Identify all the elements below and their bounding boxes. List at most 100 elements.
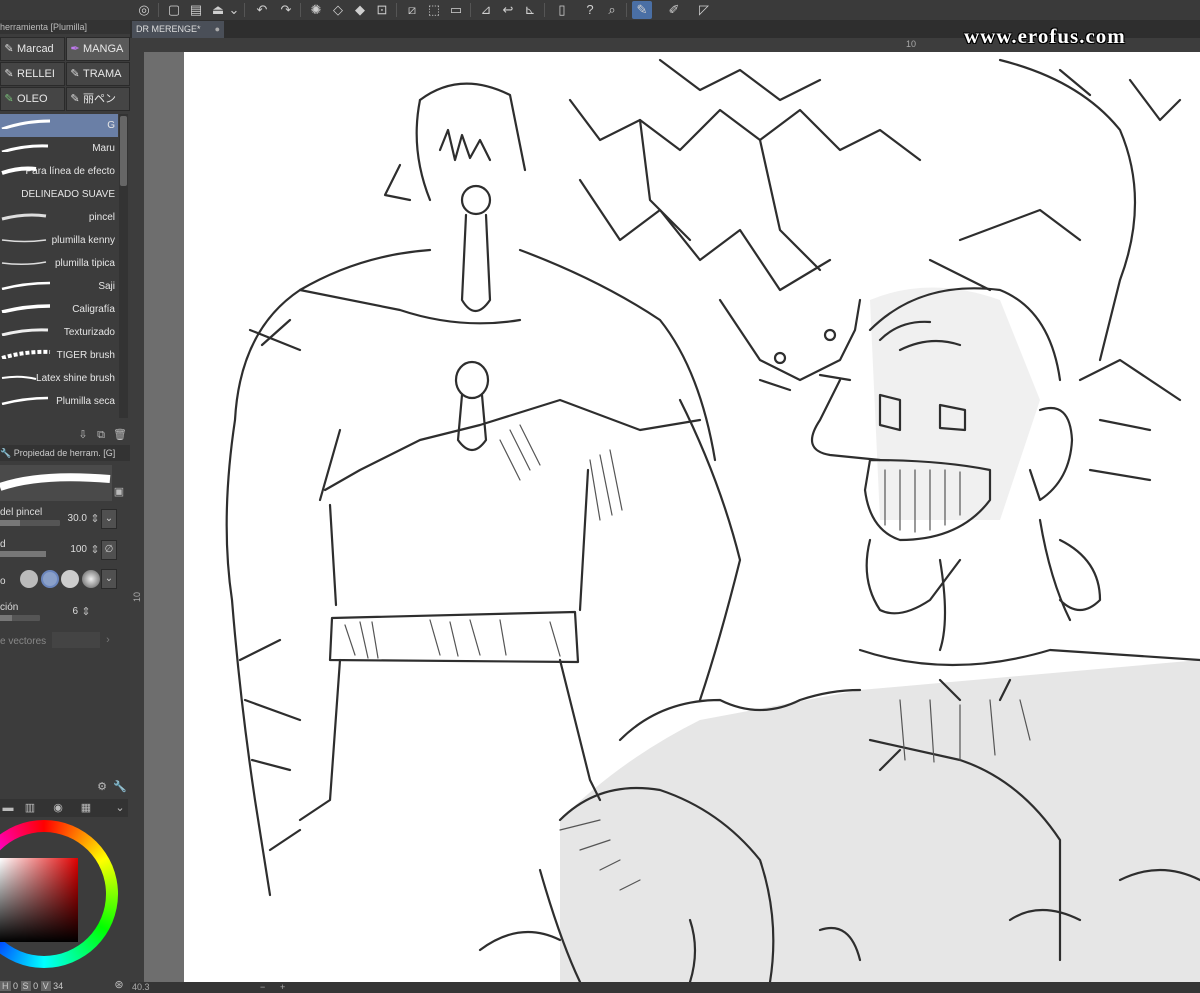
new-file-icon[interactable]: ▢ bbox=[164, 1, 184, 19]
brush-stroke-preview bbox=[1, 304, 51, 313]
transform-icon[interactable]: ⊡ bbox=[372, 1, 392, 19]
main-toolbar: ◎ ▢ ▤ ⏏ ⌄ ↶ ↷ ✺ ◇ ◆ ⊡ ⧄ ⬚ ▭ ⊿ ↩ ⊾ ▯ ? ⌕ … bbox=[0, 0, 1200, 21]
tab-oleo[interactable]: ✎ OLEO bbox=[0, 87, 65, 111]
app-logo-icon[interactable]: ◎ bbox=[134, 1, 154, 19]
brush-item-tiger[interactable]: TIGER brush bbox=[0, 344, 118, 367]
export-icon[interactable]: ⏏ bbox=[208, 1, 228, 19]
tip-shape-scatter[interactable] bbox=[20, 570, 38, 588]
brush-size-label: del pincel bbox=[0, 507, 43, 518]
brush-item-g[interactable]: G bbox=[0, 114, 118, 137]
canvas-gutter bbox=[144, 52, 184, 982]
tool-property-header: 🔧 Propiedad de herram. [G] bbox=[0, 445, 130, 461]
duplicate-icon[interactable]: ⧉ bbox=[95, 429, 107, 441]
stabilization-slider[interactable] bbox=[0, 615, 40, 621]
ruler-vertical: 10 bbox=[130, 52, 145, 982]
crop-icon[interactable]: ⬚ bbox=[424, 1, 444, 19]
brush-size-value[interactable]: 30.0 bbox=[47, 513, 87, 524]
brush-list-scrollbar[interactable] bbox=[119, 114, 128, 418]
brush-item-seca[interactable]: Plumilla seca bbox=[0, 390, 118, 413]
brush-preview bbox=[0, 465, 112, 501]
tip-shape-soft[interactable] bbox=[82, 570, 100, 588]
ruler-mark: 10 bbox=[132, 591, 143, 603]
curve-ruler-icon[interactable]: ↩ bbox=[498, 1, 518, 19]
brush-tip-label: o bbox=[0, 576, 6, 587]
opacity-toggle[interactable]: ∅ bbox=[101, 540, 117, 560]
stabilization-value[interactable]: 6 bbox=[38, 606, 78, 617]
help-icon[interactable]: ? bbox=[580, 1, 600, 19]
layer-icon[interactable]: ▭ bbox=[446, 1, 466, 19]
brush-item-texturizado[interactable]: Texturizado bbox=[0, 321, 118, 344]
zoom-in-icon[interactable]: + bbox=[280, 982, 285, 992]
brush-item-delineado[interactable]: DELINEADO SUAVE bbox=[0, 183, 118, 206]
tool-panel-title: herramienta [Plumilla] bbox=[0, 20, 130, 34]
oil-pen-icon: ✎ bbox=[4, 93, 14, 105]
import-icon[interactable]: ⇩ bbox=[77, 429, 89, 441]
scrollbar-thumb[interactable] bbox=[120, 116, 127, 186]
fill-pen-icon: ✎ bbox=[4, 68, 14, 80]
opacity-value[interactable]: 100 bbox=[47, 544, 87, 555]
color-circle-tab-icon[interactable]: ◉ bbox=[52, 802, 64, 814]
redo-icon[interactable]: ↷ bbox=[276, 1, 296, 19]
ruler-tool-icon[interactable]: ⊿ bbox=[476, 1, 496, 19]
pencil-tool-icon[interactable]: ✐ bbox=[664, 1, 684, 19]
color-settings-icon[interactable]: ⊛ bbox=[113, 979, 125, 991]
search-icon[interactable]: ⌕ bbox=[602, 1, 622, 19]
vector-snap-options[interactable] bbox=[52, 632, 100, 648]
brush-item-efecto[interactable]: Para línea de efecto bbox=[0, 160, 118, 183]
brush-item-saji[interactable]: Saji bbox=[0, 275, 118, 298]
pressure-toggle[interactable]: ⌄ bbox=[101, 509, 117, 529]
brush-item-tipica[interactable]: plumilla tipica bbox=[0, 252, 118, 275]
color-slider-tab-icon[interactable]: ▥ bbox=[24, 802, 36, 814]
trash-icon[interactable]: 🗑 bbox=[113, 429, 127, 441]
watermark: www.erofus.com bbox=[964, 24, 1126, 48]
tab-relleno[interactable]: ✎ RELLEI bbox=[0, 62, 65, 86]
tab-trama[interactable]: ✎ TRAMA bbox=[66, 62, 130, 86]
stepper-icon[interactable]: ⇕ bbox=[89, 513, 101, 525]
saturation-value-square[interactable] bbox=[0, 858, 78, 942]
chevron-down-icon[interactable]: ⌄ bbox=[114, 802, 126, 814]
color-set-tab-icon[interactable]: ▦ bbox=[80, 802, 92, 814]
brush-item-latex[interactable]: Latex shine brush bbox=[0, 367, 118, 390]
tip-dropdown[interactable]: ⌄ bbox=[101, 569, 117, 589]
tool-panel: herramienta [Plumilla] ✎ Marcad ✒ MANGA ✎ R… bbox=[0, 20, 131, 993]
tab-pen-jp[interactable]: ✎ 丽ペン bbox=[66, 87, 130, 111]
smartphone-icon[interactable]: ▯ bbox=[552, 1, 572, 19]
stepper-icon[interactable]: ⇕ bbox=[89, 544, 101, 556]
brush-item-caligrafia[interactable]: Caligrafía bbox=[0, 298, 118, 321]
brush-item-maru[interactable]: Maru bbox=[0, 137, 118, 160]
tip-shape-medium[interactable] bbox=[61, 570, 79, 588]
brush-stroke-preview bbox=[1, 396, 49, 405]
marker-icon: ✎ bbox=[4, 43, 14, 55]
zoom-out-icon[interactable]: − bbox=[260, 982, 265, 992]
open-folder-icon[interactable]: ▤ bbox=[186, 1, 206, 19]
settings-icon[interactable]: ⚙ bbox=[96, 781, 108, 793]
color-wheel-tab-icon[interactable]: ▬ bbox=[2, 802, 14, 814]
brush-stroke-preview bbox=[1, 349, 51, 359]
tab-manga[interactable]: ✒ MANGA bbox=[66, 37, 130, 61]
wrench-icon[interactable]: 🔧 bbox=[113, 781, 127, 793]
brush-item-kenny[interactable]: plumilla kenny bbox=[0, 229, 118, 252]
brush-item-pincel[interactable]: pincel bbox=[0, 206, 118, 229]
dropdown-arrow-icon[interactable]: ⌄ bbox=[228, 1, 240, 19]
select-arrow-icon[interactable]: ◸ bbox=[694, 1, 714, 19]
opacity-label: d bbox=[0, 539, 6, 550]
chevron-right-icon[interactable]: › bbox=[102, 634, 114, 646]
close-tab-icon[interactable]: ● bbox=[215, 21, 220, 38]
stepper-icon[interactable]: ⇕ bbox=[80, 606, 92, 618]
perspective-ruler-icon[interactable]: ⊾ bbox=[520, 1, 540, 19]
fill-icon[interactable]: ◇ bbox=[328, 1, 348, 19]
fill-bucket-icon[interactable]: ◆ bbox=[350, 1, 370, 19]
brush-stroke-preview bbox=[1, 261, 47, 266]
clear-icon[interactable]: ⧄ bbox=[402, 1, 422, 19]
opacity-slider[interactable] bbox=[0, 551, 46, 557]
tab-marcador[interactable]: ✎ Marcad bbox=[0, 37, 65, 61]
screentone-pen-icon: ✎ bbox=[70, 68, 80, 80]
pen-tool-icon[interactable]: ✎ bbox=[632, 1, 652, 19]
tip-shape-hard[interactable] bbox=[41, 570, 59, 588]
lock-icon[interactable]: ▣ bbox=[113, 486, 125, 498]
document-tab[interactable]: DR MERENGE* ● bbox=[132, 21, 224, 38]
undo-icon[interactable]: ↶ bbox=[252, 1, 272, 19]
drawing-canvas[interactable] bbox=[184, 52, 1200, 982]
brush-stroke-preview bbox=[1, 144, 49, 152]
zoom-value[interactable]: 40.3 bbox=[132, 982, 150, 992]
